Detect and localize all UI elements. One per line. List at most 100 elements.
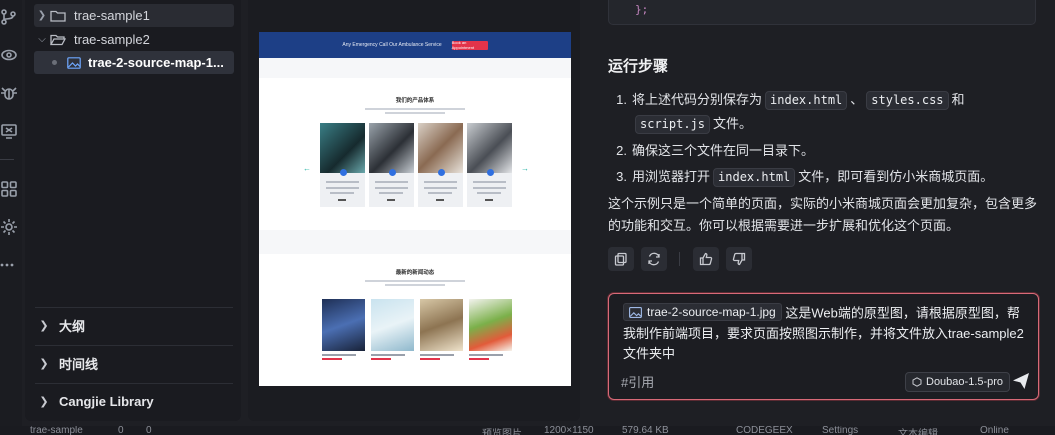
status-edit-mode[interactable]: 文本编辑 [898, 426, 938, 435]
code-line: }; [635, 3, 649, 16]
refresh-icon [648, 252, 660, 266]
preview-product-card [320, 123, 365, 207]
section-outline[interactable]: ❯ 大纲 [35, 307, 233, 343]
more-icon[interactable] [0, 256, 18, 274]
step-text: 、 [850, 92, 864, 107]
tree-item-label: trae-sample2 [74, 32, 150, 47]
status-errors[interactable]: 0 [118, 426, 124, 435]
chevron-right-icon: ❯ [37, 10, 47, 21]
bug-icon[interactable] [0, 84, 18, 102]
chevron-right-icon: ❯ [39, 358, 49, 370]
settings-icon[interactable] [0, 218, 18, 236]
preview-banner-text: Any Emergency Call Our Ambulance Service [342, 42, 442, 48]
section-label: 时间线 [59, 357, 99, 372]
step-text: 文件。 [713, 116, 753, 131]
chevron-right-icon: ❯ [39, 396, 49, 408]
attached-file-name: trae-2-source-map-1.jpg [647, 305, 776, 319]
action-divider [679, 252, 680, 266]
preview-banner: Any Emergency Call Our Ambulance Service… [259, 32, 571, 58]
inline-code: styles.css [866, 91, 949, 110]
preview-products-title: 我们的产品体系 [395, 98, 435, 104]
chat-input-text[interactable]: trae-2-source-map-1.jpg 这是Web端的原型图，请根据原型… [623, 303, 1028, 364]
preview-news-title: 最新的新闻动态 [395, 270, 435, 276]
preview-image[interactable]: Any Emergency Call Our Ambulance Service… [259, 32, 571, 386]
preview-news-card [322, 299, 365, 360]
explorer-panel: ❯ trae-sample1 ⌵ trae-sample2 trae-2-sou… [25, 0, 241, 421]
model-selector[interactable]: Doubao-1.5-pro [905, 372, 1011, 392]
image-file-icon [67, 56, 81, 69]
copy-button[interactable] [608, 247, 634, 271]
unsaved-dot [52, 60, 57, 65]
send-icon [1013, 373, 1029, 389]
image-preview-panel: Any Emergency Call Our Ambulance Service… [248, 0, 580, 421]
preview-subtitle-line [385, 112, 445, 114]
step-number: 1. [616, 92, 627, 107]
ide-window: ❯ trae-sample1 ⌵ trae-sample2 trae-2-sou… [0, 0, 1055, 435]
step-text: 确保这三个文件在同一目录下。 [632, 143, 815, 158]
step-1-cont: script.js 文件。 [632, 113, 752, 135]
preview-product-card [369, 123, 414, 207]
step-number: 3. [616, 169, 627, 184]
section-cangjie-library[interactable]: ❯ Cangjie Library [35, 383, 233, 419]
model-name: Doubao-1.5-pro [926, 376, 1004, 388]
step-3: 3. 用浏览器打开 index.html 文件，即可看到仿小米商城页面。 [608, 166, 993, 188]
preview-prev-arrow: ← [303, 164, 311, 173]
status-settings[interactable]: Settings [822, 426, 858, 435]
status-file-size: 579.64 KB [622, 426, 669, 435]
preview-subtitle-line [365, 280, 465, 282]
preview-product-card [418, 123, 463, 207]
activity-divider [0, 159, 14, 160]
status-bar: trae-sample 0 0 预览图片 1200×1150 579.64 KB… [0, 426, 1055, 435]
step-text: 用浏览器打开 [632, 169, 711, 184]
section-label: Cangjie Library [59, 394, 154, 409]
tree-item-source-map-image[interactable]: trae-2-source-map-1... [34, 51, 234, 74]
thumbs-up-button[interactable] [693, 247, 719, 271]
preview-news-card [371, 299, 414, 360]
status-codegeex[interactable]: CODEGEEX [736, 426, 793, 435]
step-2: 2. 确保这三个文件在同一目录下。 [608, 140, 814, 162]
attached-file-chip[interactable]: trae-2-source-map-1.jpg [623, 303, 782, 321]
section-timeline[interactable]: ❯ 时间线 [35, 345, 233, 381]
copy-icon [614, 252, 627, 266]
step-text: 将上述代码分别保存为 [632, 92, 763, 107]
status-image-size: 1200×1150 [544, 426, 594, 435]
inline-code: index.html [713, 168, 796, 187]
reference-button[interactable]: #引用 [621, 372, 654, 391]
preview-news-card [420, 299, 463, 360]
inline-code: script.js [635, 115, 711, 134]
ai-chat-panel: }; 运行步骤 1. 将上述代码分别保存为 index.html、 styles.cs… [586, 0, 1055, 421]
status-online[interactable]: Online [980, 426, 1009, 435]
thumbs-up-icon [699, 252, 713, 266]
image-file-icon [629, 306, 642, 318]
extensions-icon[interactable] [0, 180, 18, 198]
preview-banner-button: Book an Appointment [451, 40, 488, 50]
status-warnings[interactable]: 0 [146, 426, 152, 435]
section-label: 大纲 [59, 319, 86, 334]
activity-bar [0, 0, 22, 426]
preview-news-card [469, 299, 512, 360]
remote-icon[interactable] [0, 122, 18, 140]
chat-summary: 这个示例只是一个简单的页面，实际的小米商城页面会更加复杂，包含更多的功能和交互。… [608, 196, 1038, 233]
thumbs-down-button[interactable] [726, 247, 752, 271]
status-preview-label: 预览图片 [482, 429, 522, 435]
preview-next-arrow: → [521, 164, 529, 173]
step-text: 和 [951, 92, 965, 107]
tree-item-label: trae-sample1 [74, 8, 150, 23]
step-number: 2. [616, 143, 627, 158]
tree-item-label: trae-2-source-map-1... [88, 55, 224, 70]
folder-icon [50, 9, 68, 23]
chevron-down-icon: ⌵ [38, 34, 46, 45]
preview-band [259, 58, 571, 78]
preview-product-card [467, 123, 512, 207]
preview-subtitle-line [385, 284, 445, 286]
tree-item-trae-sample1[interactable]: ❯ trae-sample1 [34, 4, 234, 27]
tree-item-trae-sample2[interactable]: ⌵ trae-sample2 [34, 28, 234, 51]
model-icon [912, 377, 922, 387]
chat-input[interactable]: trae-2-source-map-1.jpg 这是Web端的原型图，请根据原型… [608, 293, 1039, 400]
debug-run-icon[interactable] [0, 46, 18, 64]
branch-icon[interactable] [0, 8, 18, 26]
status-branch[interactable]: trae-sample [30, 426, 83, 435]
preview-subtitle-line [365, 108, 465, 110]
regenerate-button[interactable] [641, 247, 667, 271]
send-button[interactable] [1011, 371, 1033, 393]
